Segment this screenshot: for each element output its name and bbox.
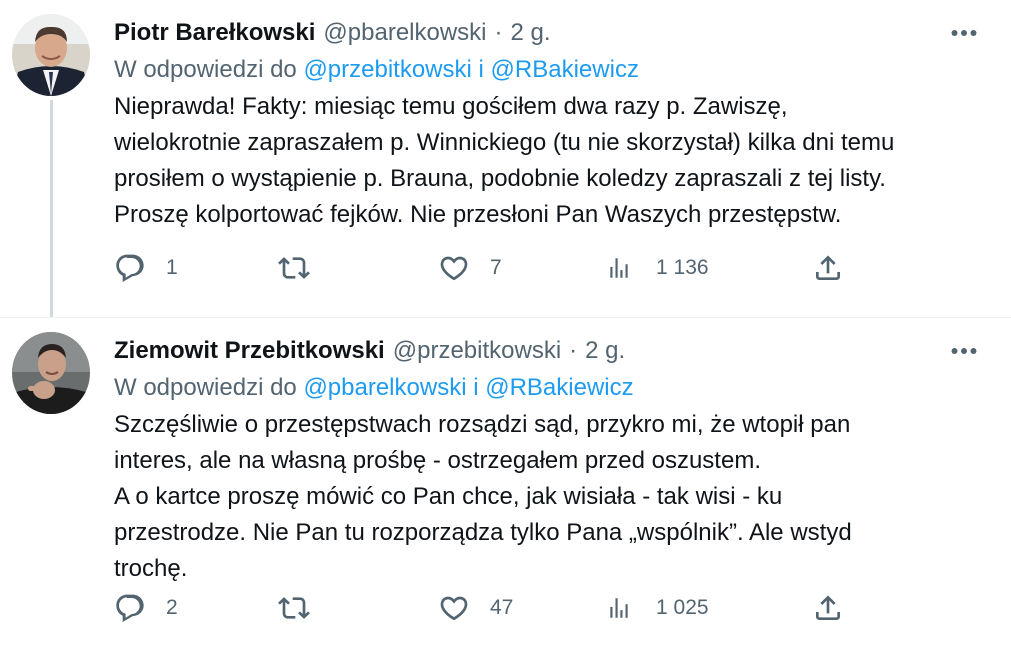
tweet-text-line: przestrodze. Nie Pan tu rozporządza tylk… [114, 519, 852, 546]
avatar-photo-man-pointing [12, 332, 90, 414]
heart-icon [440, 256, 468, 281]
tweet[interactable]: Ziemowit Przebitkowski @przebitkowski · … [0, 318, 1011, 651]
timestamp[interactable]: 2 g. [585, 334, 625, 368]
mention-link[interactable]: @RBakiewicz [485, 374, 633, 401]
like-count: 7 [490, 256, 502, 279]
tweet-text-line: A o kartce proszę mówić co Pan chce, jak… [114, 483, 783, 510]
reply-prefix: W odpowiedzi do [114, 374, 297, 401]
tweet-text-line: Szczęśliwie o przestępstwach rozsądzi są… [114, 411, 851, 438]
tweet-text: Nieprawda! Fakty: miesiąc temu gościłem … [114, 89, 994, 233]
reply-button[interactable]: 1 [114, 248, 178, 288]
reply-count: 2 [166, 596, 178, 619]
share-button[interactable] [812, 248, 844, 288]
separator-dot: · [569, 337, 578, 364]
more-horizontal-icon [951, 30, 977, 36]
more-options-button[interactable] [947, 334, 981, 368]
reply-prefix: W odpowiedzi do [114, 56, 297, 83]
reply-button[interactable]: 2 [114, 588, 178, 628]
tweet-header: Ziemowit Przebitkowski @przebitkowski · … [114, 334, 625, 368]
reply-context: W odpowiedzi do @przebitkowski i @RBakie… [114, 53, 639, 87]
more-horizontal-icon [951, 348, 977, 354]
tweet-header: Piotr Barełkowski @pbarelkowski · 2 g. [114, 16, 551, 50]
mention-joiner: i [478, 56, 484, 83]
tweet-text-line: Proszę kolportować fejków. Nie przesłoni… [114, 201, 842, 228]
tweet-text-line: prosiłem o wystąpienie p. Brauna, podobn… [114, 165, 886, 192]
retweet-icon [278, 257, 310, 279]
separator-dot: · [494, 19, 503, 46]
views-count: 1 136 [656, 256, 709, 279]
tweet-text-line: wielokrotnie zapraszałem p. Winnickiego … [114, 129, 895, 156]
views-icon [610, 598, 628, 618]
tweet-actions: 2 47 1 025 [0, 588, 1011, 628]
views-button[interactable]: 1 136 [606, 248, 709, 288]
timestamp[interactable]: 2 g. [511, 16, 551, 50]
avatar[interactable] [12, 14, 90, 96]
reply-count: 1 [166, 256, 178, 279]
avatar-photo-man-suit [12, 14, 90, 96]
tweet-actions: 1 7 1 136 [0, 248, 1011, 288]
views-button[interactable]: 1 025 [606, 588, 709, 628]
tweet[interactable]: Piotr Barełkowski @pbarelkowski · 2 g. W… [0, 0, 1011, 318]
more-options-button[interactable] [947, 16, 981, 50]
reply-icon [116, 594, 144, 622]
retweet-icon [278, 597, 310, 619]
mention-joiner: i [473, 374, 479, 401]
share-icon [816, 595, 840, 620]
like-button[interactable]: 47 [438, 588, 513, 628]
tweet-text-line: interes, ale na własną prośbę - ostrzega… [114, 447, 761, 474]
like-count: 47 [490, 596, 514, 619]
retweet-button[interactable] [278, 588, 330, 628]
reply-context: W odpowiedzi do @pbarelkowski i @RBakiew… [114, 371, 634, 405]
heart-icon [440, 596, 468, 621]
mention-link[interactable]: @pbarelkowski [303, 374, 466, 401]
author-handle[interactable]: @przebitkowski [393, 334, 561, 368]
share-icon [816, 255, 840, 280]
share-button[interactable] [812, 588, 844, 628]
mention-link[interactable]: @przebitkowski [303, 56, 471, 83]
views-count: 1 025 [656, 596, 709, 619]
author-name[interactable]: Piotr Barełkowski [114, 16, 315, 50]
views-icon [610, 258, 628, 278]
author-handle[interactable]: @pbarelkowski [323, 16, 486, 50]
author-name[interactable]: Ziemowit Przebitkowski [114, 334, 385, 368]
tweet-text-line: Nieprawda! Fakty: miesiąc temu gościłem … [114, 93, 788, 120]
retweet-button[interactable] [278, 248, 330, 288]
mention-link[interactable]: @RBakiewicz [491, 56, 639, 83]
tweet-text-line: trochę. [114, 555, 188, 582]
reply-icon [116, 254, 144, 282]
tweet-text: Szczęśliwie o przestępstwach rozsądzi są… [114, 407, 994, 587]
avatar[interactable] [12, 332, 90, 414]
like-button[interactable]: 7 [438, 248, 502, 288]
